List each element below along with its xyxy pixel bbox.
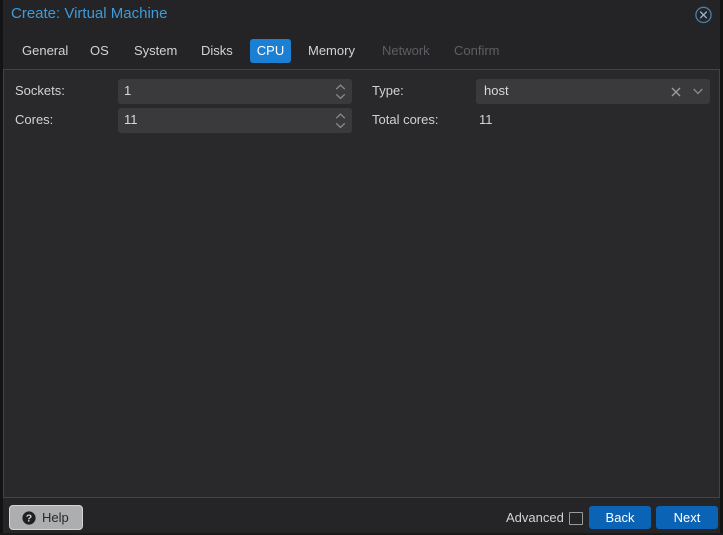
svg-text:?: ?	[26, 512, 32, 524]
